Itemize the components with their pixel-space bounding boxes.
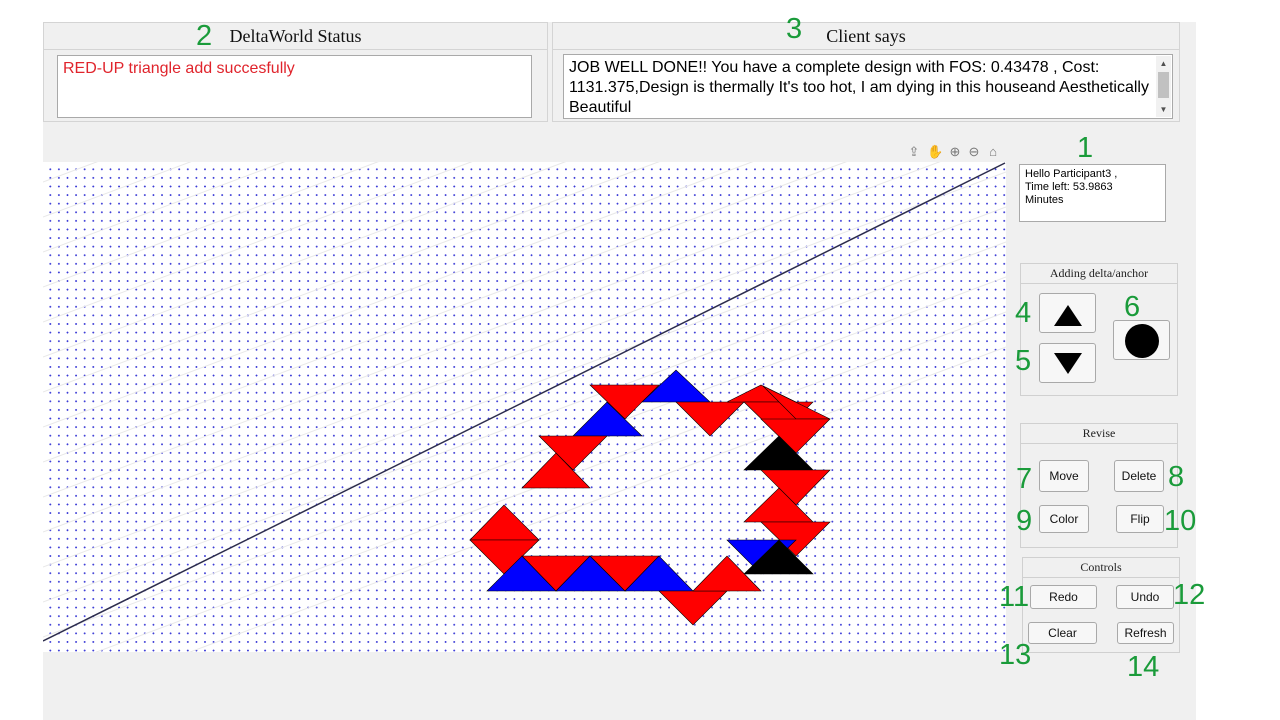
add-anchor-button[interactable] <box>1113 320 1170 360</box>
pan-icon[interactable]: ✋ <box>927 144 943 160</box>
callout-12: 12 <box>1173 579 1206 611</box>
client-panel-title: Client says <box>553 23 1179 50</box>
delete-button[interactable]: Delete <box>1114 460 1164 492</box>
triangle <box>658 590 728 626</box>
move-button[interactable]: Move <box>1039 460 1089 492</box>
callout-4: 4 <box>1015 297 1032 329</box>
callout-3: 3 <box>786 13 803 45</box>
status-message: RED-UP triangle add succesfully <box>57 55 532 118</box>
add-down-triangle-button[interactable] <box>1039 343 1096 383</box>
down-triangle-icon <box>1054 353 1082 374</box>
client-message-text: JOB WELL DONE!! You have a complete desi… <box>569 59 1149 116</box>
scroll-up-icon[interactable]: ▲ <box>1156 56 1171 71</box>
design-canvas[interactable] <box>43 162 1006 652</box>
design-svg[interactable] <box>43 162 1006 652</box>
refresh-button[interactable]: Refresh <box>1117 622 1174 644</box>
callout-7: 7 <box>1016 463 1033 495</box>
greeting-text: Hello Participant3 , <box>1025 168 1118 180</box>
undo-button[interactable]: Undo <box>1116 585 1174 609</box>
flip-button[interactable]: Flip <box>1116 505 1164 533</box>
info-box: Hello Participant3 , Time left: 53.9863 … <box>1019 164 1166 222</box>
client-panel: Client says JOB WELL DONE!! You have a c… <box>552 22 1180 122</box>
callout-14: 14 <box>1127 651 1160 683</box>
time-left-text: Time left: 53.9863 <box>1025 181 1113 193</box>
add-up-triangle-button[interactable] <box>1039 293 1096 333</box>
export-icon[interactable]: ⇪ <box>906 144 922 160</box>
revise-panel-title: Revise <box>1021 424 1177 444</box>
triangle <box>469 504 540 541</box>
callout-9: 9 <box>1016 505 1033 537</box>
redo-button[interactable]: Redo <box>1030 585 1097 609</box>
up-triangle-icon <box>1054 305 1082 326</box>
status-panel: DeltaWorld Status RED-UP triangle add su… <box>43 22 548 122</box>
callout-6: 6 <box>1124 291 1141 323</box>
controls-panel-title: Controls <box>1023 558 1179 578</box>
anchor-circle-icon <box>1125 324 1159 358</box>
time-unit-text: Minutes <box>1025 194 1064 206</box>
clear-button[interactable]: Clear <box>1028 622 1097 644</box>
callout-11: 11 <box>999 581 1030 613</box>
callout-1: 1 <box>1077 132 1094 164</box>
status-panel-title: DeltaWorld Status <box>44 23 547 50</box>
callout-8: 8 <box>1168 461 1185 493</box>
color-button[interactable]: Color <box>1039 505 1089 533</box>
callout-10: 10 <box>1164 505 1197 537</box>
client-message-scrollbar[interactable]: ▲ ▼ <box>1156 56 1171 117</box>
home-icon[interactable]: ⌂ <box>985 144 1001 160</box>
scroll-down-icon[interactable]: ▼ <box>1156 102 1171 117</box>
callout-5: 5 <box>1015 345 1032 377</box>
zoom-in-icon[interactable]: ⊕ <box>947 144 963 160</box>
callout-13: 13 <box>999 639 1032 671</box>
callout-2: 2 <box>196 20 213 52</box>
adding-panel-title: Adding delta/anchor <box>1021 264 1177 284</box>
client-message[interactable]: JOB WELL DONE!! You have a complete desi… <box>563 54 1173 119</box>
scroll-thumb[interactable] <box>1158 72 1169 98</box>
zoom-out-icon[interactable]: ⊖ <box>966 144 982 160</box>
status-message-text: RED-UP triangle add succesfully <box>63 60 295 77</box>
triangle <box>675 401 745 437</box>
